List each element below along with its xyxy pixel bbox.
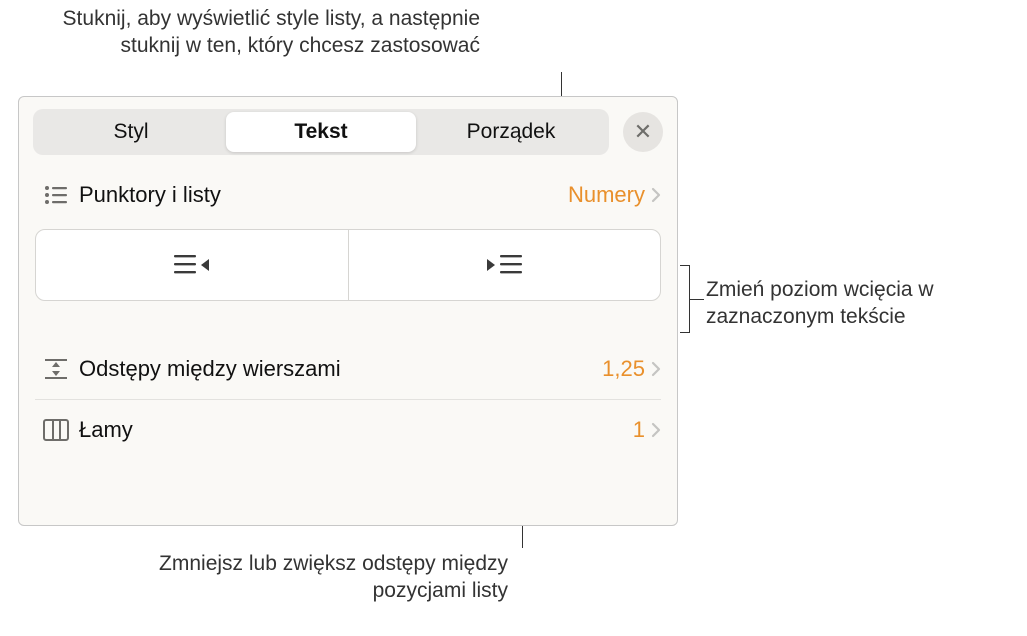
decrease-indent-button[interactable] <box>36 230 348 300</box>
tab-text[interactable]: Tekst <box>226 112 416 152</box>
chevron-right-icon <box>651 187 661 203</box>
columns-icon <box>39 419 73 441</box>
line-spacing-value: 1,25 <box>602 356 645 382</box>
bullets-label: Punktory i listy <box>79 182 568 208</box>
segmented-control: Styl Tekst Porządek <box>33 109 609 155</box>
increase-indent-button[interactable] <box>348 230 661 300</box>
tab-style[interactable]: Styl <box>36 112 226 152</box>
increase-indent-icon <box>486 252 522 278</box>
callout-bracket-right <box>680 265 690 333</box>
callout-indent-level: Zmień poziom wcięcia w zaznaczonym tekśc… <box>706 276 1006 331</box>
bullets-value: Numery <box>568 182 645 208</box>
tab-arrange[interactable]: Porządek <box>416 112 606 152</box>
indent-button-group <box>35 229 661 301</box>
close-icon: ✕ <box>634 119 652 145</box>
decrease-indent-icon <box>174 252 210 278</box>
callout-line-right <box>690 299 704 300</box>
chevron-right-icon <box>651 422 661 438</box>
line-spacing-icon <box>39 357 73 381</box>
line-spacing-label: Odstępy między wierszami <box>79 356 602 382</box>
callout-list-styles: Stuknij, aby wyświetlić style listy, a n… <box>60 5 480 60</box>
columns-value: 1 <box>633 417 645 443</box>
row-bullets-lists[interactable]: Punktory i listy Numery <box>19 165 677 225</box>
chevron-right-icon <box>651 361 661 377</box>
row-columns[interactable]: Łamy 1 <box>19 400 677 460</box>
bullets-icon <box>39 185 73 205</box>
columns-label: Łamy <box>79 417 633 443</box>
close-button[interactable]: ✕ <box>623 112 663 152</box>
callout-line-spacing: Zmniejsz lub zwiększ odstępy między pozy… <box>108 550 508 605</box>
format-panel: Styl Tekst Porządek ✕ Punktory i listy N… <box>18 96 678 526</box>
tabs-row: Styl Tekst Porządek ✕ <box>19 97 677 165</box>
row-line-spacing[interactable]: Odstępy między wierszami 1,25 <box>19 339 677 399</box>
